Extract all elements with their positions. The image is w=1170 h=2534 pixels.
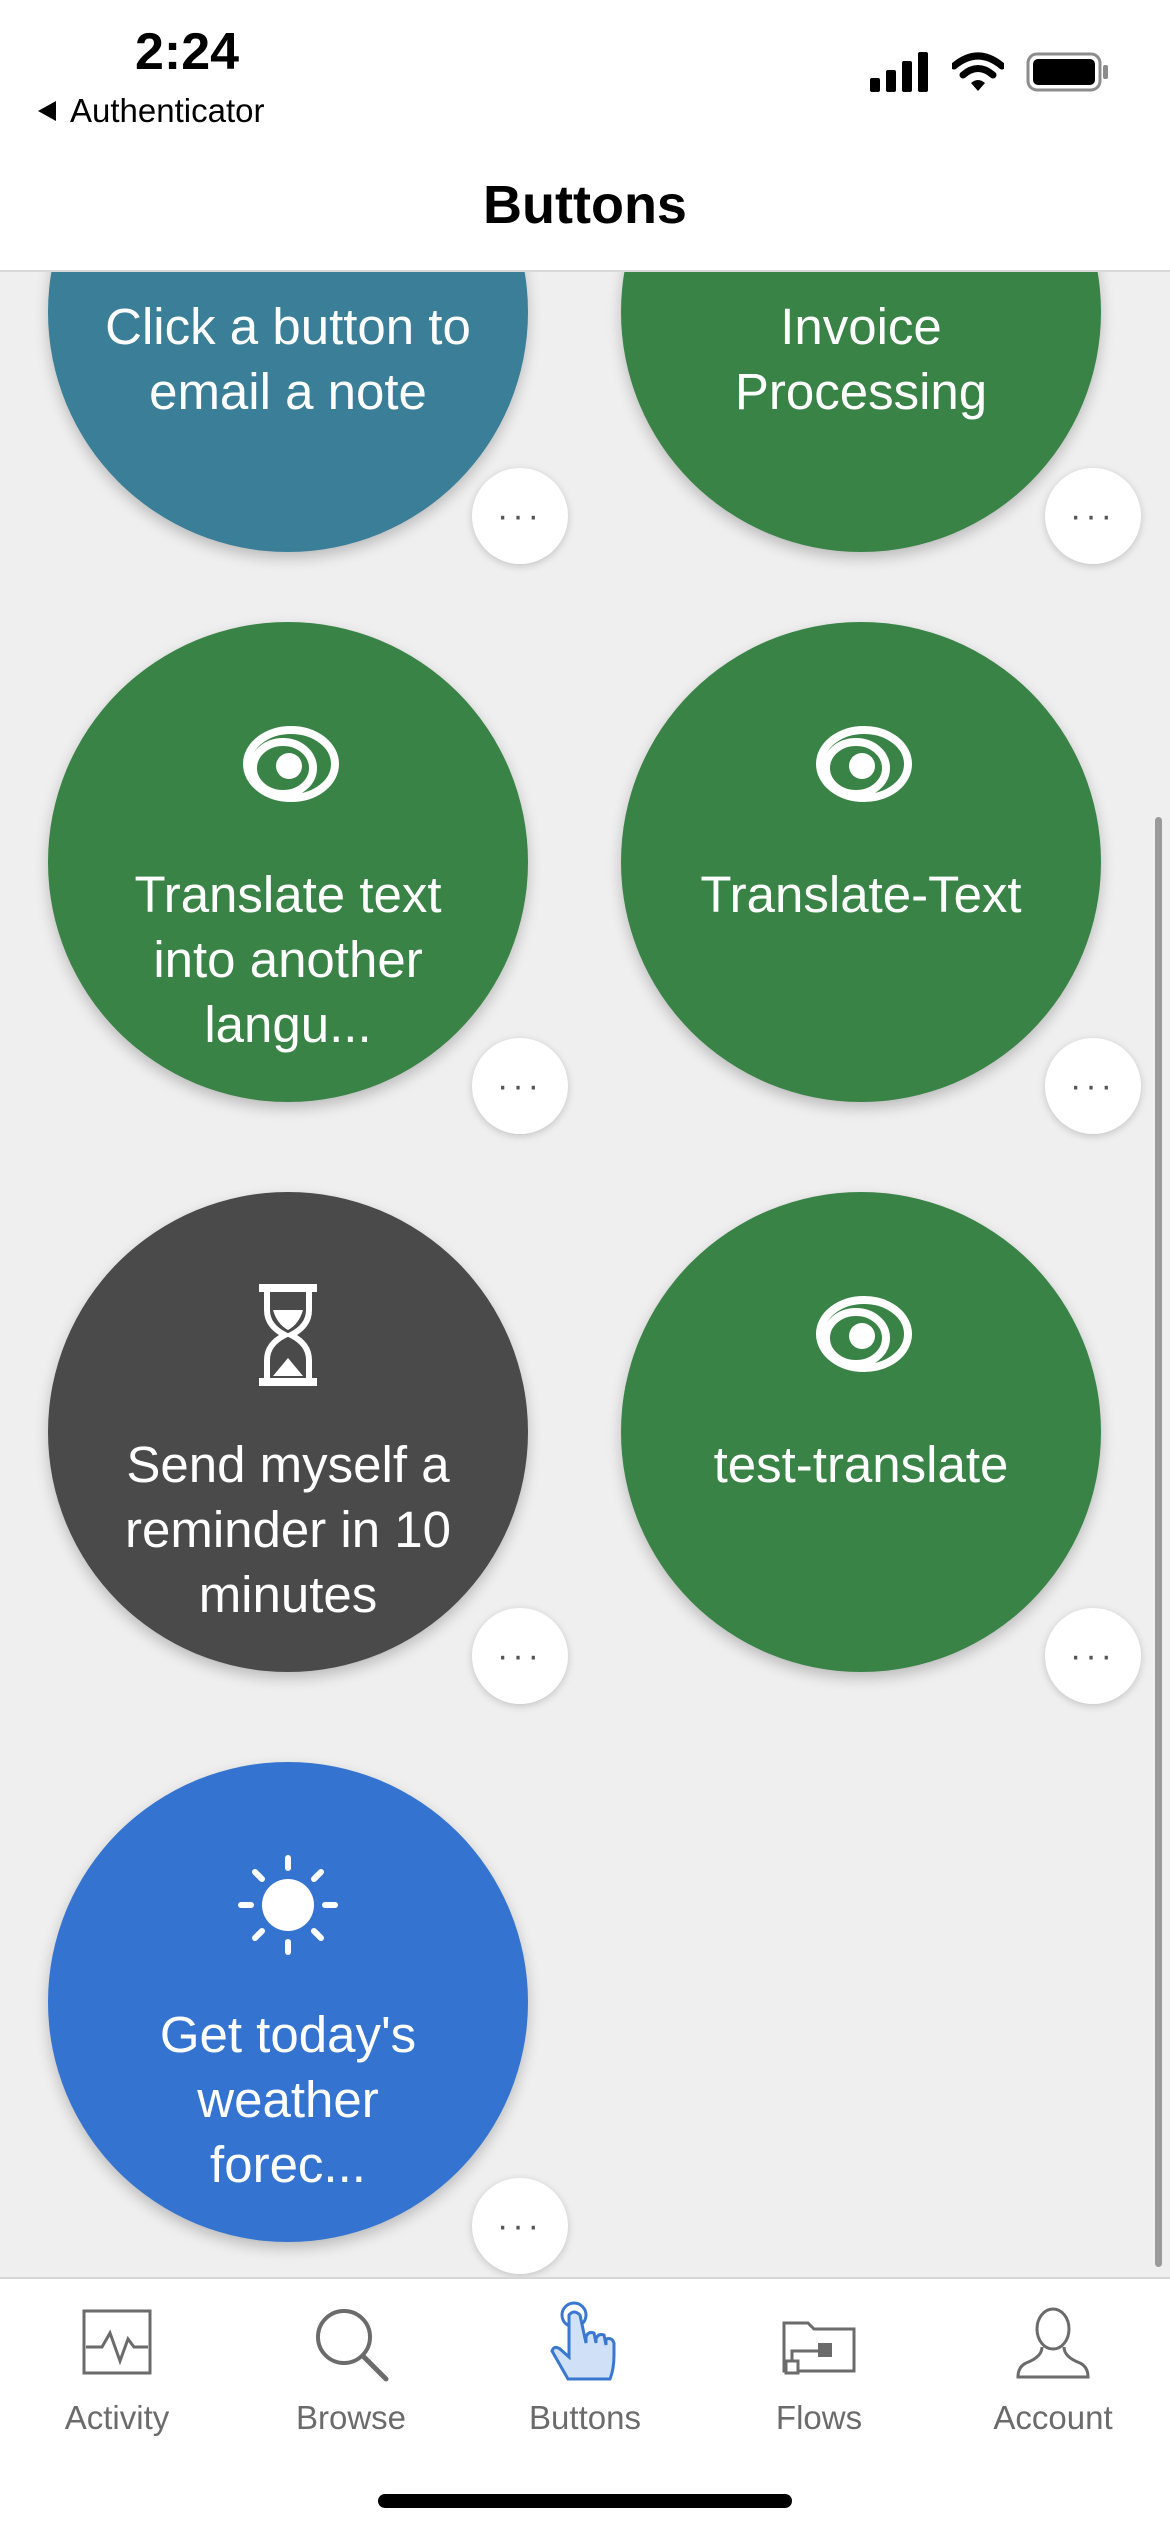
button-tile-translate-text-another-language[interactable]: Translate text into another langu... (48, 622, 528, 1102)
button-label: Send myself a reminder in 10 minutes (125, 1436, 451, 1623)
battery-icon (1026, 52, 1108, 92)
button-label: Invoice Processing (734, 298, 988, 420)
button-label: Click a button to email a note (105, 298, 471, 420)
button-tile-test-translate[interactable]: test-translate (621, 1192, 1101, 1672)
more-options-button[interactable]: ··· (1045, 468, 1141, 564)
button-tile-reminder-10-minutes[interactable]: Send myself a reminder in 10 minutes (48, 1192, 528, 1672)
more-options-button[interactable]: ··· (472, 2178, 568, 2274)
button-label: Translate text into another langu... (134, 866, 442, 1053)
more-options-button[interactable]: ··· (472, 1038, 568, 1134)
tab-activity[interactable]: Activity (0, 2299, 234, 2437)
tab-flows[interactable]: Flows (702, 2299, 936, 2437)
tab-label: Buttons (529, 2399, 641, 2436)
button-label: test-translate (713, 1436, 1009, 1493)
flows-folder-icon (782, 2321, 856, 2375)
more-options-button[interactable]: ··· (1045, 1608, 1141, 1704)
translator-icon (243, 726, 339, 802)
tab-label: Flows (775, 2399, 863, 2436)
button-tile-email-note[interactable]: Click a button to email a note (48, 272, 528, 552)
status-time: 2:24 (135, 23, 240, 81)
tab-account[interactable]: Account (936, 2299, 1170, 2437)
buttons-grid[interactable]: Click a button to email a note ··· Invoi… (0, 272, 1170, 2277)
magnifier-icon (316, 2309, 389, 2382)
wifi-icon (952, 52, 1004, 91)
person-icon (1016, 2307, 1090, 2379)
hourglass-icon (259, 1284, 317, 1386)
status-icons (870, 52, 1110, 92)
more-options-button[interactable]: ··· (472, 1608, 568, 1704)
back-to-app-link[interactable]: Authenticator (38, 92, 264, 130)
page-title: Buttons (483, 175, 687, 235)
back-arrow-icon (38, 101, 56, 121)
home-indicator[interactable] (378, 2494, 792, 2508)
tap-hand-icon (550, 2301, 616, 2381)
tab-buttons[interactable]: Buttons (468, 2299, 702, 2437)
translator-icon (816, 1296, 912, 1372)
activity-icon (82, 2309, 152, 2375)
translator-icon (816, 726, 912, 802)
more-options-button[interactable]: ··· (472, 468, 568, 564)
navigation-bar: Buttons (0, 130, 1170, 272)
tab-browse[interactable]: Browse (234, 2299, 468, 2437)
button-tile-invoice-processing[interactable]: Invoice Processing (621, 272, 1101, 552)
tab-label: Activity (64, 2399, 170, 2436)
tab-label: Browse (295, 2399, 407, 2436)
tab-label: Account (993, 2399, 1113, 2436)
sun-icon (238, 1855, 338, 1955)
status-bar: 2:24 Authenticator (0, 0, 1170, 130)
tab-bar: Activity Browse Buttons Flows Account (0, 2277, 1170, 2534)
button-label: Translate-Text (700, 866, 1022, 923)
button-tile-translate-text[interactable]: Translate-Text (621, 622, 1101, 1102)
scrollbar[interactable] (1155, 817, 1162, 2267)
button-label: Get today's weather forec... (159, 2006, 417, 2193)
button-tile-weather-forecast[interactable]: Get today's weather forec... (48, 1762, 528, 2242)
cellular-signal-icon (870, 52, 928, 92)
back-app-label: Authenticator (70, 92, 265, 129)
more-options-button[interactable]: ··· (1045, 1038, 1141, 1134)
